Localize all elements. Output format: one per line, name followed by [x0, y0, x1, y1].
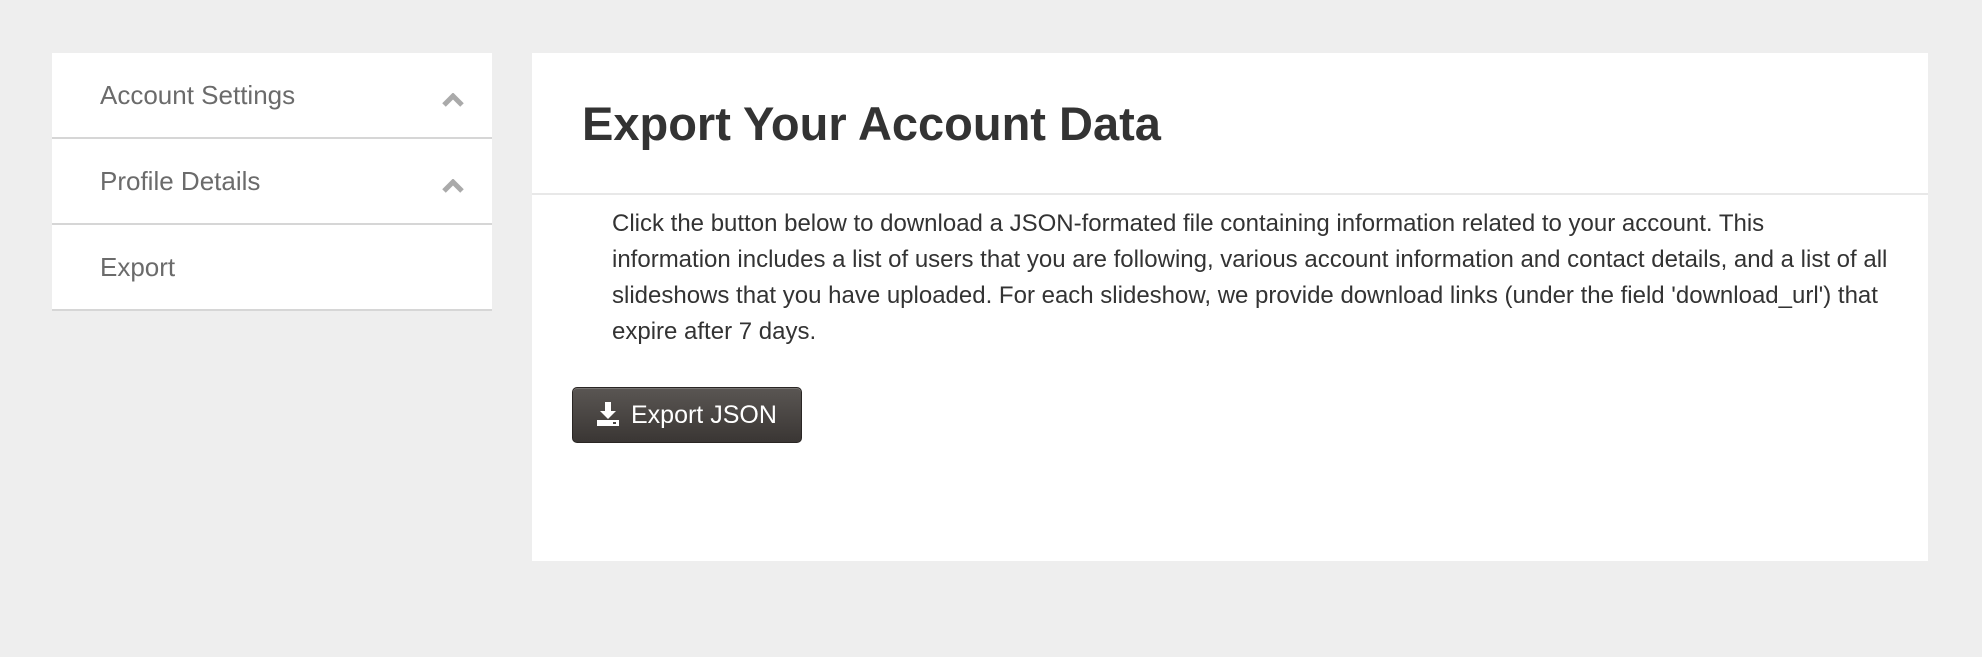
chevron-up-icon[interactable]	[442, 175, 464, 197]
sidebar-item-account-settings[interactable]: Account Settings	[52, 53, 492, 139]
sidebar-item-label: Profile Details	[100, 165, 261, 196]
export-description: Click the button below to download a JSO…	[612, 210, 1888, 345]
download-icon	[597, 401, 619, 429]
page-title: Export Your Account Data	[582, 96, 1161, 150]
chevron-up-icon[interactable]	[442, 89, 464, 111]
export-json-button[interactable]: Export JSON	[572, 387, 802, 443]
panel-header: Export Your Account Data	[532, 53, 1928, 195]
main-panel: Export Your Account Data Click the butto…	[532, 53, 1928, 561]
sidebar-item-export[interactable]: Export	[52, 225, 492, 311]
sidebar-item-label: Account Settings	[100, 79, 296, 110]
sidebar-item-profile-details[interactable]: Profile Details	[52, 139, 492, 225]
sidebar: Account Settings Profile Details Export	[52, 53, 492, 311]
export-json-label: Export JSON	[631, 400, 777, 429]
sidebar-item-label: Export	[100, 251, 176, 282]
